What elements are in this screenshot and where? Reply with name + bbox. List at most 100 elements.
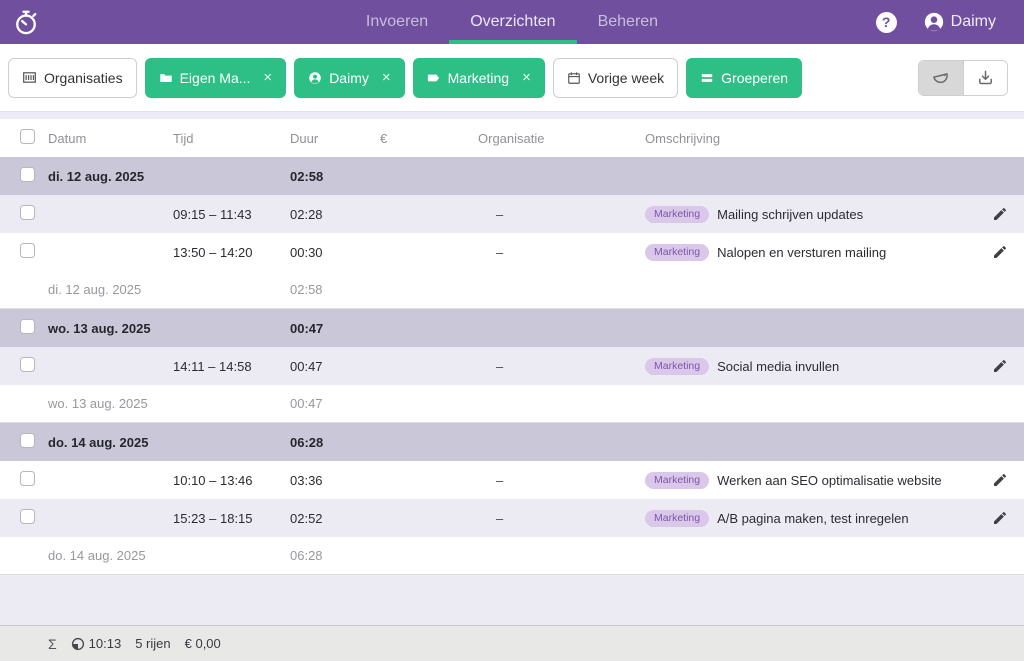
time-entry-row: 13:50 – 14:20 00:30 – Marketing Nalopen … — [0, 233, 1024, 271]
download-icon — [977, 69, 994, 86]
edit-entry-button[interactable] — [976, 472, 1024, 488]
time-entry-row: 14:11 – 14:58 00:47 – Marketing Social m… — [0, 347, 1024, 385]
entry-time-range: 09:15 – 11:43 — [173, 207, 290, 222]
group-duration: 06:28 — [290, 435, 380, 450]
nav-item-overzichten[interactable]: Overzichten — [449, 0, 576, 44]
total-amount: € 0,00 — [185, 636, 221, 651]
group-duration: 00:47 — [290, 321, 380, 336]
pencil-icon — [992, 510, 1008, 526]
group-checkbox[interactable] — [20, 319, 35, 334]
subtotal-row: di. 12 aug. 2025 02:58 — [0, 271, 1024, 309]
tag-badge: Marketing — [645, 358, 709, 375]
subtotal-duration: 06:28 — [290, 548, 380, 563]
column-header-organisatie: Organisatie — [478, 131, 645, 146]
subtotal-duration: 02:58 — [290, 282, 380, 297]
eye-icon — [931, 68, 951, 88]
tag-badge: Marketing — [645, 244, 709, 261]
view-export-group — [918, 60, 1008, 96]
entry-duration: 03:36 — [290, 473, 380, 488]
tag-badge: Marketing — [645, 206, 709, 223]
group-checkbox[interactable] — [20, 167, 35, 182]
app-logo-stopwatch-icon[interactable] — [12, 8, 40, 36]
table-body: di. 12 aug. 2025 02:58 09:15 – 11:43 02:… — [0, 157, 1024, 575]
entry-description: Mailing schrijven updates — [717, 207, 863, 222]
group-duration: 02:58 — [290, 169, 380, 184]
organisaties-button[interactable]: Organisaties — [8, 58, 137, 98]
entry-duration: 00:30 — [290, 245, 380, 260]
group-checkbox[interactable] — [20, 433, 35, 448]
clock-icon — [71, 637, 85, 651]
entry-description: Nalopen en versturen mailing — [717, 245, 886, 260]
group-date: wo. 13 aug. 2025 — [48, 321, 173, 336]
group-header-row: do. 14 aug. 2025 06:28 — [0, 423, 1024, 461]
row-checkbox[interactable] — [20, 243, 35, 258]
person-icon — [308, 71, 322, 85]
time-entry-row: 09:15 – 11:43 02:28 – Marketing Mailing … — [0, 195, 1024, 233]
tag-badge: Marketing — [645, 472, 709, 489]
row-checkbox[interactable] — [20, 357, 35, 372]
entry-organisation: – — [478, 245, 645, 260]
column-header-omschrijving: Omschrijving — [645, 131, 976, 146]
navbar: Invoeren Overzichten Beheren ? Daimy — [0, 0, 1024, 44]
time-entry-row: 15:23 – 18:15 02:52 – Marketing A/B pagi… — [0, 499, 1024, 537]
column-header-datum: Datum — [48, 131, 173, 146]
subtotal-row: do. 14 aug. 2025 06:28 — [0, 537, 1024, 575]
entry-organisation: – — [478, 473, 645, 488]
table-filler — [0, 575, 1024, 625]
entry-organisation: – — [478, 359, 645, 374]
column-header-euro: € — [380, 131, 478, 146]
select-all-checkbox[interactable] — [20, 129, 35, 144]
tag-badge: Marketing — [645, 510, 709, 527]
group-date: di. 12 aug. 2025 — [48, 169, 173, 184]
main-nav: Invoeren Overzichten Beheren — [345, 0, 679, 44]
total-duration: 10:13 — [89, 636, 122, 651]
user-name: Daimy — [951, 13, 996, 31]
entry-description: Social media invullen — [717, 359, 839, 374]
filter-chip-label: Daimy — [329, 70, 369, 86]
nav-item-beheren[interactable]: Beheren — [577, 0, 680, 44]
remove-filter-icon[interactable]: × — [382, 69, 391, 86]
calendar-icon — [567, 71, 581, 85]
vorige-week-button[interactable]: Vorige week — [553, 58, 678, 98]
view-toggle-button[interactable] — [919, 61, 963, 95]
filter-chip-daimy[interactable]: Daimy × — [294, 58, 404, 98]
filter-chip-marketing[interactable]: Marketing × — [413, 58, 545, 98]
edit-entry-button[interactable] — [976, 206, 1024, 222]
building-icon — [22, 70, 37, 85]
entry-duration: 00:47 — [290, 359, 380, 374]
download-button[interactable] — [963, 61, 1007, 95]
entry-description: A/B pagina maken, test inregelen — [717, 511, 909, 526]
edit-entry-button[interactable] — [976, 510, 1024, 526]
row-checkbox[interactable] — [20, 471, 35, 486]
organisaties-label: Organisaties — [44, 70, 123, 86]
entry-time-range: 13:50 – 14:20 — [173, 245, 290, 260]
entry-organisation: – — [478, 511, 645, 526]
filter-chip-eigen-map[interactable]: Eigen Ma... × — [145, 58, 287, 98]
remove-filter-icon[interactable]: × — [263, 69, 272, 86]
filter-chip-label: Marketing — [448, 70, 509, 86]
help-icon[interactable]: ? — [876, 12, 897, 33]
totals-footer: Σ 10:13 5 rijen € 0,00 — [0, 625, 1024, 661]
entry-description: Werken aan SEO optimalisatie website — [717, 473, 941, 488]
subtotal-row: wo. 13 aug. 2025 00:47 — [0, 385, 1024, 423]
groeperen-button[interactable]: Groeperen — [686, 58, 802, 98]
pencil-icon — [992, 358, 1008, 374]
nav-item-invoeren[interactable]: Invoeren — [345, 0, 449, 44]
entry-organisation: – — [478, 207, 645, 222]
group-header-row: di. 12 aug. 2025 02:58 — [0, 157, 1024, 195]
user-menu[interactable]: Daimy — [923, 11, 996, 33]
tag-icon — [427, 71, 441, 85]
subtotal-date: wo. 13 aug. 2025 — [48, 396, 173, 411]
row-checkbox[interactable] — [20, 509, 35, 524]
group-header-row: wo. 13 aug. 2025 00:47 — [0, 309, 1024, 347]
group-bars-icon — [700, 71, 714, 85]
subtotal-date: di. 12 aug. 2025 — [48, 282, 173, 297]
vorige-week-label: Vorige week — [588, 70, 664, 86]
table-header: Datum Tijd Duur € Organisatie Omschrijvi… — [0, 119, 1024, 157]
edit-entry-button[interactable] — [976, 358, 1024, 374]
remove-filter-icon[interactable]: × — [522, 69, 531, 86]
row-checkbox[interactable] — [20, 205, 35, 220]
groeperen-label: Groeperen — [721, 70, 788, 86]
filter-toolbar: Organisaties Eigen Ma... × Daimy × Marke… — [0, 44, 1024, 112]
edit-entry-button[interactable] — [976, 244, 1024, 260]
